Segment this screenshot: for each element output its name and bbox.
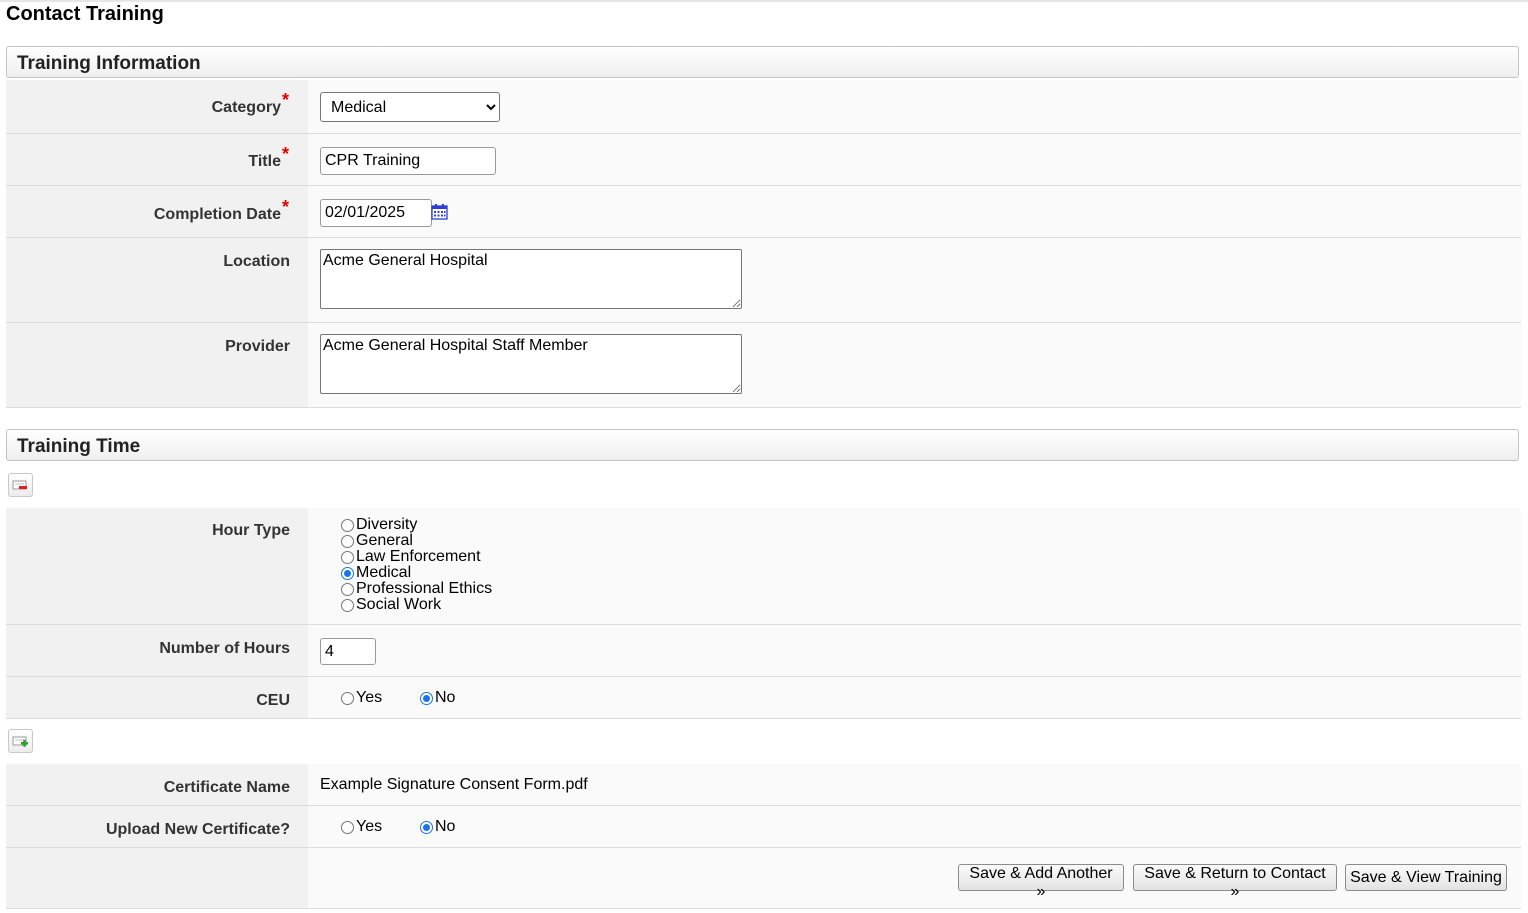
radio-button[interactable]	[341, 534, 354, 548]
row-hour-type: Hour Type Diversity General Law Enforcem…	[6, 508, 1521, 625]
section-title: Training Time	[17, 436, 141, 457]
completion-date-label: Completion Date*	[6, 186, 308, 237]
radio-button[interactable]	[341, 582, 354, 596]
completion-date-input[interactable]	[320, 199, 432, 227]
page-title: Contact Training	[6, 3, 164, 25]
row-number-of-hours: Number of Hours	[6, 625, 1521, 677]
title-value	[308, 134, 1521, 185]
ceu-label: CEU	[6, 677, 308, 718]
section-header-training-information: Training Information	[6, 46, 1519, 78]
upload-certificate-value: Yes No	[308, 806, 1521, 847]
top-border	[0, 0, 1528, 2]
radio-button-selected[interactable]	[341, 566, 354, 580]
location-value: Acme General Hospital	[308, 238, 1521, 322]
remove-row-icon	[12, 480, 27, 490]
radio-button-selected[interactable]	[420, 820, 433, 834]
upload-yes-option[interactable]: Yes	[341, 818, 382, 836]
certificate-filename: Example Signature Consent Form.pdf	[320, 776, 588, 793]
radio-button[interactable]	[341, 598, 354, 612]
radio-button[interactable]	[341, 691, 354, 705]
add-row-icon	[12, 736, 28, 747]
row-actions: Save & Add Another » Save & Return to Co…	[6, 848, 1521, 909]
required-marker: *	[281, 197, 289, 217]
provider-value: Acme General Hospital Staff Member	[308, 323, 1521, 407]
hour-type-option[interactable]: Social Work	[341, 597, 492, 613]
provider-label: Provider	[6, 323, 308, 407]
row-completion-date: Completion Date*	[6, 186, 1521, 238]
save-view-training-button[interactable]: Save & View Training	[1345, 864, 1507, 891]
category-select[interactable]: Medical	[320, 92, 500, 122]
number-of-hours-value	[308, 625, 1521, 676]
radio-button[interactable]	[341, 820, 354, 834]
completion-date-value	[308, 186, 1521, 237]
required-marker: *	[281, 144, 289, 164]
save-add-another-button[interactable]: Save & Add Another »	[958, 864, 1124, 900]
certificate-name-label: Certificate Name	[6, 764, 308, 805]
location-textarea[interactable]: Acme General Hospital	[320, 249, 742, 309]
provider-textarea[interactable]: Acme General Hospital Staff Member	[320, 334, 742, 394]
save-return-contact-button[interactable]: Save & Return to Contact »	[1133, 864, 1337, 900]
required-marker: *	[281, 90, 289, 110]
row-certificate-name: Certificate Name Example Signature Conse…	[6, 764, 1521, 806]
location-label: Location	[6, 238, 308, 322]
row-upload-certificate: Upload New Certificate? Yes No	[6, 806, 1521, 848]
hour-type-option[interactable]: Professional Ethics	[341, 581, 492, 597]
ceu-yes-option[interactable]: Yes	[341, 689, 382, 707]
hour-type-radio-group: Diversity General Law Enforcement Medica…	[341, 517, 492, 613]
title-label: Title*	[6, 134, 308, 185]
upload-certificate-label: Upload New Certificate?	[6, 806, 308, 847]
hour-type-option[interactable]: Diversity	[341, 517, 492, 533]
hour-type-option[interactable]: Medical	[341, 565, 492, 581]
ceu-no-option[interactable]: No	[420, 689, 455, 707]
actions-label-cell	[6, 848, 308, 908]
row-ceu: CEU Yes No	[6, 677, 1521, 719]
add-row-button[interactable]	[8, 729, 33, 753]
row-category: Category* Medical	[6, 80, 1521, 134]
radio-button[interactable]	[341, 550, 354, 564]
row-provider: Provider Acme General Hospital Staff Mem…	[6, 323, 1521, 408]
category-value: Medical	[308, 80, 1521, 133]
hour-type-option[interactable]: General	[341, 533, 492, 549]
section-header-training-time: Training Time	[6, 429, 1519, 461]
row-location: Location Acme General Hospital	[6, 238, 1521, 323]
hour-type-label: Hour Type	[6, 508, 308, 624]
hour-type-value: Diversity General Law Enforcement Medica…	[308, 508, 1521, 624]
number-of-hours-label: Number of Hours	[6, 625, 308, 676]
number-of-hours-input[interactable]	[320, 638, 376, 665]
category-label: Category*	[6, 80, 308, 133]
upload-no-option[interactable]: No	[420, 818, 455, 836]
radio-button[interactable]	[341, 518, 354, 532]
actions-value: Save & Add Another » Save & Return to Co…	[308, 848, 1521, 908]
hour-type-option[interactable]: Law Enforcement	[341, 549, 492, 565]
calendar-icon[interactable]	[431, 203, 448, 220]
ceu-value: Yes No	[308, 677, 1521, 718]
radio-button-selected[interactable]	[420, 691, 433, 705]
row-title: Title*	[6, 134, 1521, 186]
title-input[interactable]	[320, 147, 496, 175]
certificate-name-value: Example Signature Consent Form.pdf	[308, 764, 1521, 805]
section-title: Training Information	[17, 53, 201, 74]
remove-row-button[interactable]	[8, 473, 33, 497]
